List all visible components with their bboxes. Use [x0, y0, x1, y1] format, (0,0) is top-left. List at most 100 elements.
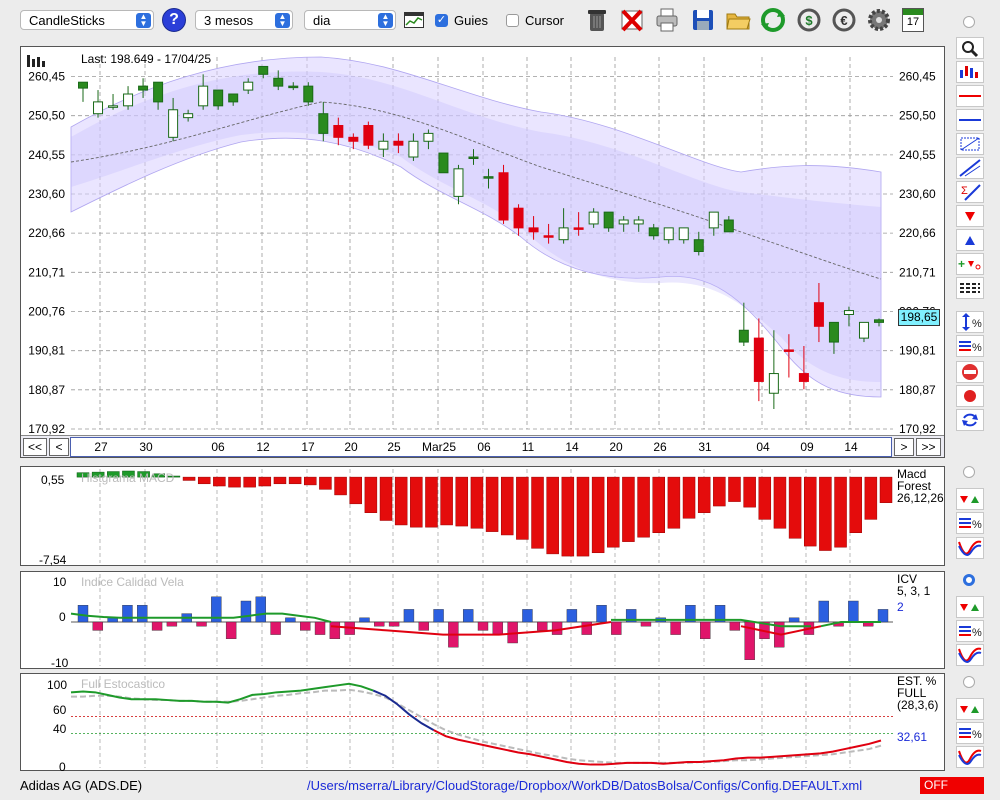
refresh-icon[interactable] — [760, 6, 786, 34]
panel-radio-stochastic[interactable] — [963, 676, 975, 688]
cursor-checkbox[interactable] — [506, 14, 519, 27]
nav-first-button[interactable]: << — [23, 438, 47, 456]
candle-body — [558, 227, 569, 241]
horizontal-line-red-button[interactable] — [956, 85, 984, 107]
percent-lines-button[interactable]: % — [956, 335, 984, 357]
nav-prev-button[interactable]: < — [49, 438, 69, 456]
candle-body — [648, 227, 659, 237]
signals-button[interactable]: + — [956, 253, 984, 275]
panel-radio-icv[interactable] — [963, 574, 975, 586]
status-off-text: OFF — [924, 778, 948, 792]
oscillator-curve-icon — [958, 647, 982, 663]
macd-lines-button[interactable]: % — [956, 512, 984, 534]
horizontal-line-blue-button[interactable] — [956, 109, 984, 131]
macd-bar — [273, 476, 287, 485]
candle-body — [153, 81, 164, 103]
chart-type-select[interactable]: CandleSticks ▲ ▼ — [20, 10, 154, 30]
chevron-updown-icon: ▲ ▼ — [275, 13, 290, 28]
icv-bar — [848, 600, 859, 623]
candle-body — [768, 373, 779, 394]
macd-bar — [334, 476, 347, 496]
chart-window-icon[interactable] — [404, 12, 424, 28]
y-tick-label-right: 250,50 — [899, 109, 936, 123]
y-tick-label-left: 170,92 — [28, 422, 65, 436]
price-chart-panel[interactable]: 260,45 250,50 240,55 230,60 220,66 210,71 200,… — [20, 46, 945, 458]
candle-body — [138, 85, 149, 91]
icv-panel[interactable]: Indice Calidad Vela 10 0 -10 ICV 5, 3, 1… — [20, 571, 945, 670]
macd-bar — [516, 476, 529, 540]
y-tick-label-left: 200,76 — [28, 305, 65, 319]
macd-curve-button[interactable] — [956, 537, 984, 559]
currency-refresh-icon[interactable]: $ — [796, 6, 822, 34]
panel-radio-main[interactable] — [963, 16, 975, 28]
delete-chart-icon[interactable] — [619, 6, 645, 34]
clear-drawings-button[interactable] — [956, 361, 984, 383]
candle-body — [243, 81, 254, 91]
icv-curve-button[interactable] — [956, 644, 984, 666]
macd-signals-button[interactable] — [956, 488, 984, 510]
candle-body — [438, 152, 449, 174]
help-icon[interactable]: ? — [162, 8, 186, 32]
macd-panel[interactable]: Histgrama MACD 0,55 -7,54 Macd Forest 26… — [20, 466, 945, 567]
icv-signals-button[interactable] — [956, 596, 984, 618]
candle-body — [738, 329, 749, 343]
sto-signals-button[interactable] — [956, 698, 984, 720]
macd-bar — [682, 476, 696, 519]
nav-next-button[interactable]: > — [894, 438, 914, 456]
panel-radio-macd[interactable] — [963, 466, 975, 478]
sto-y-40: 40 — [53, 722, 67, 736]
interval-select[interactable]: dia ▲ ▼ — [304, 10, 396, 30]
candle-type-button[interactable] — [956, 61, 984, 83]
stochastic-panel-label: Full Estocastico — [81, 677, 166, 691]
arrow-down-button[interactable] — [956, 205, 984, 227]
candlestick-chart[interactable]: 260,45 250,50 240,55 230,60 220,66 210,71 200,… — [21, 47, 944, 457]
calendar-icon[interactable]: 17 — [902, 8, 924, 32]
zoom-button[interactable] — [956, 37, 984, 59]
status-off-badge[interactable]: OFF — [920, 777, 984, 794]
period-select[interactable]: 3 mesos ▲ ▼ — [195, 10, 293, 30]
guides-checkbox[interactable]: ✓ — [435, 14, 448, 27]
sto-curve-button[interactable] — [956, 746, 984, 768]
stochastic-panel[interactable]: Full Estocastico 100 60 40 0 EST. % FULL… — [20, 673, 945, 774]
candle-body — [183, 113, 194, 119]
macd-bar — [319, 476, 332, 490]
trendline-tool-button[interactable] — [956, 157, 984, 179]
sync-button[interactable] — [956, 409, 984, 431]
icv-lines-button[interactable]: % — [956, 620, 984, 642]
macd-bar — [364, 476, 378, 513]
candle-body — [633, 219, 644, 225]
euro-icon[interactable]: € — [831, 6, 857, 34]
candle-body — [318, 113, 329, 134]
last-price-label: Last: 198.649 - 17/04/25 — [81, 52, 212, 66]
candle-body — [843, 310, 854, 316]
up-down-arrows-icon — [960, 604, 979, 611]
channel-tool-button[interactable] — [956, 133, 984, 155]
sto-current-value: 32,61 — [897, 730, 928, 744]
candle-body — [393, 140, 404, 146]
arrow-up-button[interactable] — [956, 229, 984, 251]
gear-icon[interactable] — [866, 6, 892, 34]
trash-icon[interactable] — [584, 6, 610, 34]
record-button[interactable] — [956, 385, 984, 407]
nav-last-button[interactable]: >> — [916, 438, 941, 456]
grid-lines-button[interactable] — [956, 277, 984, 299]
date-axis[interactable]: 27 30 06 12 17 20 25 Mar25 06 11 14 20 26 31 04 09 14 — [70, 437, 892, 457]
percent-range-button[interactable]: % — [956, 311, 984, 333]
icv-bar — [240, 600, 252, 623]
x-axis-labels: 27 30 06 12 17 20 25 Mar25 06 11 14 20 26 31 04 09 14 — [94, 440, 858, 454]
percent-lines-icon: % — [959, 518, 982, 531]
save-icon[interactable] — [690, 6, 716, 34]
bars-chart-icon — [27, 55, 45, 67]
icv-bar — [329, 621, 341, 639]
icv-bar — [300, 621, 311, 631]
sto-lines-button[interactable]: % — [956, 722, 984, 744]
sigma-tool-button[interactable]: Σ — [956, 181, 984, 203]
print-icon[interactable] — [654, 6, 680, 34]
icv-bar — [92, 621, 104, 631]
no-entry-icon — [962, 364, 978, 380]
open-folder-icon[interactable] — [725, 6, 751, 34]
svg-text:%: % — [972, 519, 982, 531]
macd-bar — [197, 476, 211, 485]
config-path-link[interactable]: /Users/mserra/Library/CloudStorage/Dropb… — [307, 778, 862, 793]
candle-body — [453, 168, 464, 197]
